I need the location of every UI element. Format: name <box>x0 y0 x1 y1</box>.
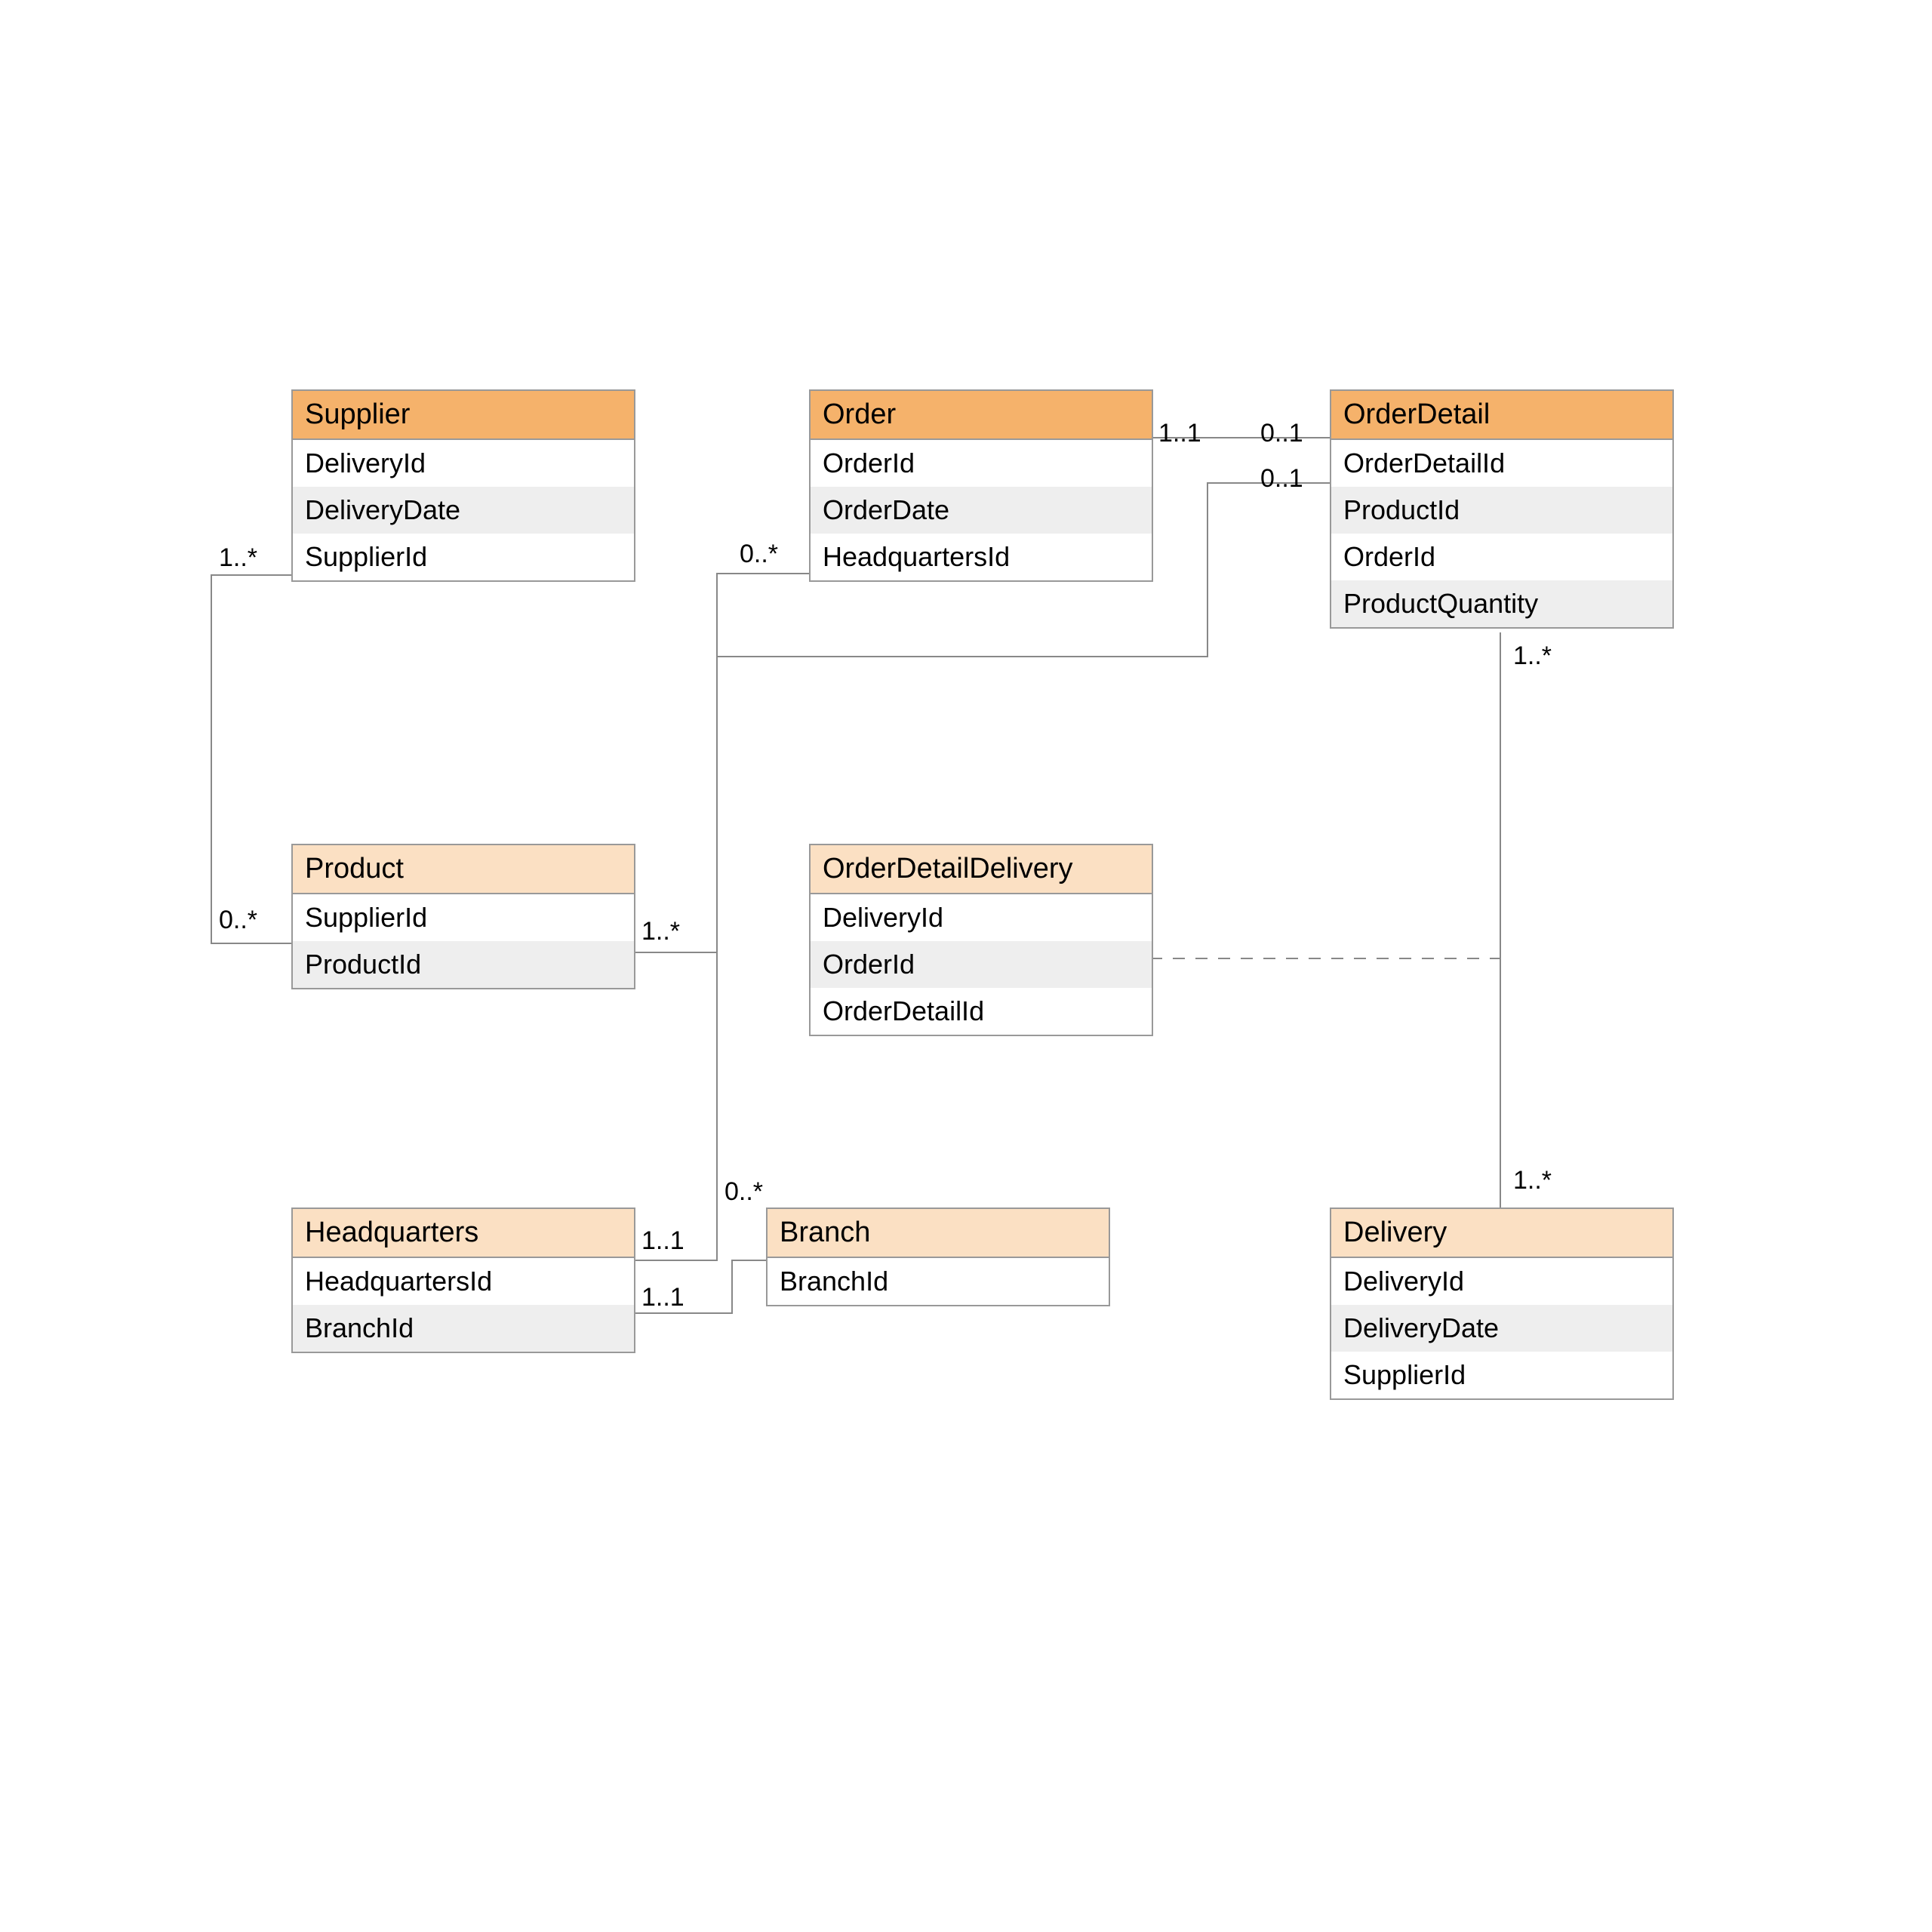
entity-branch: Branch BranchId <box>766 1208 1110 1306</box>
entity-order: Order OrderId OrderDate HeadquartersId <box>809 389 1153 582</box>
entity-title: OrderDetailDelivery <box>811 845 1152 894</box>
entity-title: Supplier <box>293 391 634 440</box>
entity-attrs: HeadquartersId BranchId <box>293 1258 634 1352</box>
mult-label: 0..* <box>219 906 257 935</box>
attr-row: ProductQuantity <box>1331 580 1672 627</box>
mult-label: 0..1 <box>1260 464 1303 494</box>
mult-label: 1..1 <box>641 1226 685 1256</box>
entity-product: Product SupplierId ProductId <box>291 844 635 989</box>
mult-label: 1..* <box>641 917 680 946</box>
attr-row: OrderId <box>1331 534 1672 580</box>
entity-orderdetail: OrderDetail OrderDetailId ProductId Orde… <box>1330 389 1674 629</box>
entity-headquarters: Headquarters HeadquartersId BranchId <box>291 1208 635 1353</box>
entity-title: OrderDetail <box>1331 391 1672 440</box>
entity-title: Order <box>811 391 1152 440</box>
attr-row: SupplierId <box>1331 1352 1672 1398</box>
attr-row: ProductId <box>1331 487 1672 534</box>
entity-title: Branch <box>768 1209 1109 1258</box>
attr-row: DeliveryId <box>293 440 634 487</box>
entity-title: Product <box>293 845 634 894</box>
edge-hq-order <box>632 952 717 1260</box>
entity-orderdetaildelivery: OrderDetailDelivery DeliveryId OrderId O… <box>809 844 1153 1036</box>
attr-row: SupplierId <box>293 534 634 580</box>
entity-attrs: OrderId OrderDate HeadquartersId <box>811 440 1152 580</box>
attr-row: DeliveryId <box>811 894 1152 941</box>
attr-row: SupplierId <box>293 894 634 941</box>
attr-row: OrderId <box>811 440 1152 487</box>
attr-row: DeliveryId <box>1331 1258 1672 1305</box>
entity-attrs: DeliveryId DeliveryDate SupplierId <box>293 440 634 580</box>
entity-supplier: Supplier DeliveryId DeliveryDate Supplie… <box>291 389 635 582</box>
entity-attrs: BranchId <box>768 1258 1109 1305</box>
attr-row: BranchId <box>768 1258 1109 1305</box>
edge-product-order <box>632 574 809 952</box>
attr-row: OrderDate <box>811 487 1152 534</box>
entity-attrs: DeliveryId OrderId OrderDetailId <box>811 894 1152 1035</box>
mult-label: 1..1 <box>1158 419 1201 448</box>
attr-row: OrderDetailId <box>811 988 1152 1035</box>
attr-row: BranchId <box>293 1305 634 1352</box>
mult-label: 1..* <box>1513 641 1552 671</box>
entity-attrs: DeliveryId DeliveryDate SupplierId <box>1331 1258 1672 1398</box>
attr-row: HeadquartersId <box>811 534 1152 580</box>
mult-label: 0..* <box>740 540 778 569</box>
mult-label: 1..* <box>1513 1166 1552 1195</box>
diagram-canvas: Supplier DeliveryId DeliveryDate Supplie… <box>0 0 1932 1932</box>
mult-label: 1..* <box>219 543 257 573</box>
attr-row: DeliveryDate <box>1331 1305 1672 1352</box>
mult-label: 0..* <box>724 1177 763 1207</box>
entity-attrs: SupplierId ProductId <box>293 894 634 988</box>
attr-row: OrderId <box>811 941 1152 988</box>
attr-row: ProductId <box>293 941 634 988</box>
mult-label: 0..1 <box>1260 419 1303 448</box>
entity-delivery: Delivery DeliveryId DeliveryDate Supplie… <box>1330 1208 1674 1400</box>
attr-row: OrderDetailId <box>1331 440 1672 487</box>
edge-supplier-product <box>211 575 291 943</box>
attr-row: DeliveryDate <box>293 487 634 534</box>
entity-title: Delivery <box>1331 1209 1672 1258</box>
attr-row: HeadquartersId <box>293 1258 634 1305</box>
mult-label: 1..1 <box>641 1283 685 1312</box>
entity-attrs: OrderDetailId ProductId OrderId ProductQ… <box>1331 440 1672 627</box>
entity-title: Headquarters <box>293 1209 634 1258</box>
